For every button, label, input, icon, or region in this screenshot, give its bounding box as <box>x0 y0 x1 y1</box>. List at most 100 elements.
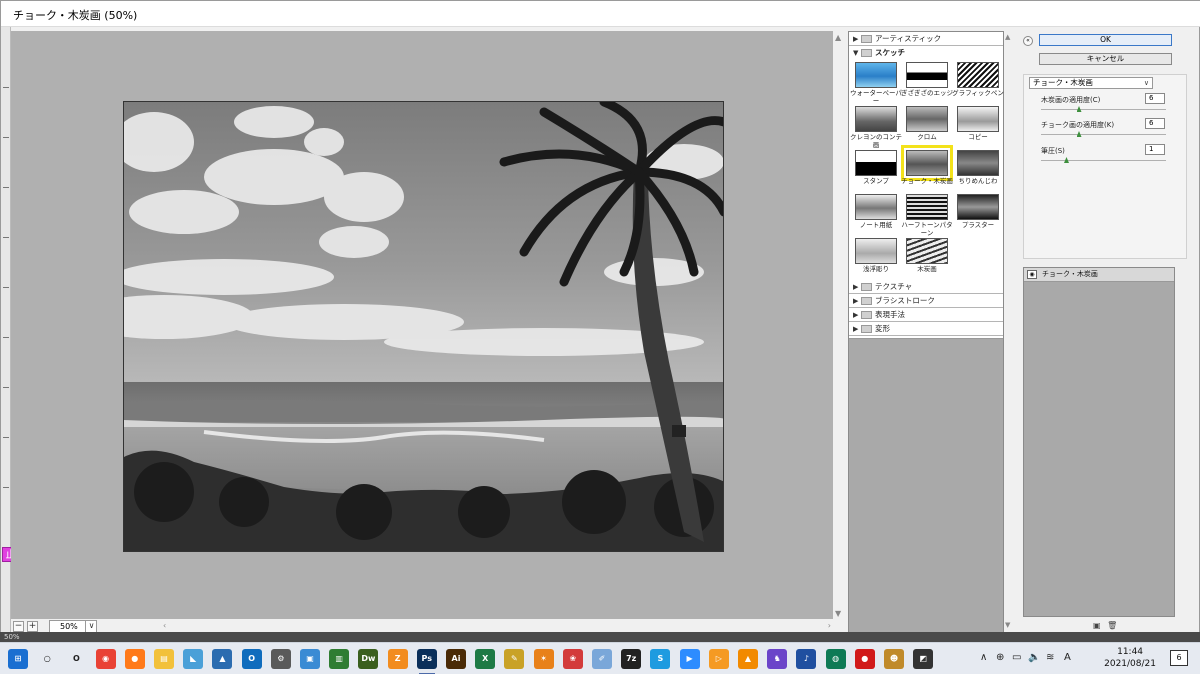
7zip-icon[interactable]: 7z <box>621 649 642 669</box>
expand-arrow-icon: ▶ <box>853 35 859 43</box>
scroll-up-icon[interactable]: ▲ <box>1005 33 1010 41</box>
filter-torn-edges[interactable]: ぎざぎざのエッジ <box>901 62 953 106</box>
category-distort[interactable]: ▶ 変形 <box>849 322 1003 336</box>
filter-water-paper[interactable]: ウォーターペーパー <box>850 62 902 106</box>
collapse-arrow-icon: ▼ <box>853 49 859 57</box>
zoom-out-button[interactable]: − <box>13 621 24 632</box>
app31-icon[interactable]: ◩ <box>913 649 934 669</box>
scroll-up-icon[interactable]: ▲ <box>835 33 841 42</box>
filter-conte-crayon[interactable]: クレヨンのコンテ画 <box>850 106 902 150</box>
slider-track[interactable] <box>1041 160 1166 161</box>
collapse-gallery-icon[interactable]: « <box>1023 36 1033 46</box>
thumb-image <box>906 106 948 132</box>
scroll-down-icon[interactable]: ▼ <box>1005 621 1010 629</box>
zoom-level-value: 50% <box>60 622 78 631</box>
filter-bas-relief[interactable]: 浅浮彫り <box>850 238 902 282</box>
app30-icon[interactable]: ☻ <box>884 649 904 669</box>
preview-vertical-scrollbar[interactable]: ▲ ▼ <box>833 31 845 619</box>
filter-halftone-pattern[interactable]: ハーフトーンパターン <box>901 194 953 238</box>
category-stylize[interactable]: ▶ 表現手法 <box>849 308 1003 322</box>
filter-chrome[interactable]: クロム <box>901 106 953 150</box>
status-bar: 50% <box>0 632 1200 642</box>
thumb-image <box>957 194 999 220</box>
photoshop-icon[interactable]: Ps <box>416 649 437 674</box>
filter-label: グラフィックペン <box>952 89 1004 97</box>
filter-reticulation[interactable]: ちりめんじわ <box>952 150 1004 194</box>
app29-icon[interactable]: ● <box>854 649 875 669</box>
scroll-right-icon[interactable]: › <box>828 621 831 630</box>
settings-icon[interactable]: ⚙ <box>270 649 291 669</box>
category-texture[interactable]: ▶ テクスチャ <box>849 280 1003 294</box>
gallery-scrollbar[interactable]: ▲ ▼ <box>1004 31 1014 633</box>
cancel-button[interactable]: キャンセル <box>1039 53 1172 65</box>
thumb-image <box>855 194 897 220</box>
slider-track[interactable] <box>1041 134 1166 135</box>
tray-chevron-icon[interactable]: ∧ <box>980 652 987 663</box>
param-label: 木炭画の適用度(C) <box>1041 96 1101 104</box>
chrome-icon[interactable]: ◉ <box>95 649 116 669</box>
app26-icon[interactable]: ♞ <box>767 649 788 669</box>
app18-icon[interactable]: ✶ <box>533 649 554 669</box>
filter-graphic-pen[interactable]: グラフィックペン <box>952 62 1004 106</box>
skype-icon[interactable]: S <box>650 649 671 669</box>
filter-gallery-dialog: チョーク・木炭画 (50%) 止 <box>0 0 1200 641</box>
search-icon[interactable]: ○ <box>37 649 58 669</box>
app10-icon[interactable]: ▣ <box>300 649 320 669</box>
category-artistic[interactable]: ▶ アーティスティック <box>849 32 1003 46</box>
explorer-icon[interactable]: ▤ <box>154 649 174 669</box>
firefox-icon[interactable]: ● <box>124 649 145 669</box>
app28-icon[interactable]: ◍ <box>825 649 846 669</box>
app24-icon[interactable]: ▷ <box>708 649 729 669</box>
clock-date: 2021/08/21 <box>1104 659 1156 669</box>
ime-indicator[interactable]: A <box>1064 652 1071 663</box>
app27-icon[interactable]: ♪ <box>796 649 817 669</box>
network-icon[interactable]: ⊕ <box>996 652 1004 663</box>
filter-chalk-charcoal[interactable]: チョーク・木炭画 <box>901 145 953 194</box>
excel-icon[interactable]: X <box>475 649 496 669</box>
title-bar: チョーク・木炭画 (50%) <box>1 1 1200 27</box>
cortana-icon[interactable]: O <box>66 649 87 669</box>
windows-icon[interactable]: ⊞ <box>8 649 28 669</box>
ok-button[interactable]: OK <box>1039 34 1172 46</box>
photos-icon[interactable]: ▲ <box>212 649 233 669</box>
category-brush-strokes[interactable]: ▶ ブラシストローク <box>849 294 1003 308</box>
param-value-field[interactable]: 6 <box>1145 93 1165 104</box>
effect-layer-row[interactable]: ◉ チョーク・木炭画 <box>1024 268 1174 282</box>
dreamweaver-icon[interactable]: Dw <box>358 649 379 669</box>
scroll-down-icon[interactable]: ▼ <box>835 609 841 618</box>
delete-effect-layer-icon[interactable]: 🗑 <box>1107 621 1117 630</box>
thumb-image <box>855 62 897 88</box>
volume-icon[interactable]: 🔈 <box>1028 652 1040 663</box>
filter-select[interactable]: チョーク・木炭画 ∨ <box>1029 77 1153 89</box>
app5-icon[interactable]: ◣ <box>183 649 204 669</box>
eye-icon[interactable]: ◉ <box>1027 270 1037 279</box>
zoom-icon[interactable]: ▶ <box>679 649 700 669</box>
param-value-field[interactable]: 6 <box>1145 118 1165 129</box>
app17-icon[interactable]: ✎ <box>504 649 525 669</box>
filter-photocopy[interactable]: コピー <box>952 106 1004 150</box>
param-value-field[interactable]: 1 <box>1145 144 1165 155</box>
app20-icon[interactable]: ✐ <box>592 649 612 669</box>
app13-icon[interactable]: Z <box>387 649 408 669</box>
filter-stamp[interactable]: スタンプ <box>850 150 902 194</box>
filter-plaster[interactable]: プラスター <box>952 194 1004 238</box>
filter-charcoal[interactable]: 木炭画 <box>901 238 953 282</box>
notification-center-icon[interactable]: 6 <box>1170 650 1188 666</box>
wifi-icon[interactable]: ≋ <box>1046 652 1054 663</box>
slider-track[interactable] <box>1041 109 1166 110</box>
chevron-down-icon: ∨ <box>1143 79 1149 87</box>
category-sketch[interactable]: ▼ スケッチ <box>849 46 1003 60</box>
clock[interactable]: 11:44 2021/08/21 <box>1104 646 1156 670</box>
sketch-thumbnails: ウォーターペーパー ぎざぎざのエッジ グラフィックペン クレヨンのコンテ画 クロ… <box>849 60 1004 282</box>
app11-icon[interactable]: ▥ <box>329 649 350 669</box>
scroll-left-icon[interactable]: ‹ <box>163 621 166 630</box>
battery-icon[interactable]: ▭ <box>1012 652 1021 663</box>
illustrator-icon[interactable]: Ai <box>446 649 466 669</box>
filter-note-paper[interactable]: ノート用紙 <box>850 194 902 238</box>
zoom-in-button[interactable]: + <box>27 621 38 632</box>
app19-icon[interactable]: ❀ <box>562 649 583 669</box>
beach-palm-image <box>124 102 723 551</box>
outlook-icon[interactable]: O <box>241 649 262 669</box>
vlc-icon[interactable]: ▲ <box>738 649 758 669</box>
new-effect-layer-icon[interactable]: ▣ <box>1093 621 1101 630</box>
